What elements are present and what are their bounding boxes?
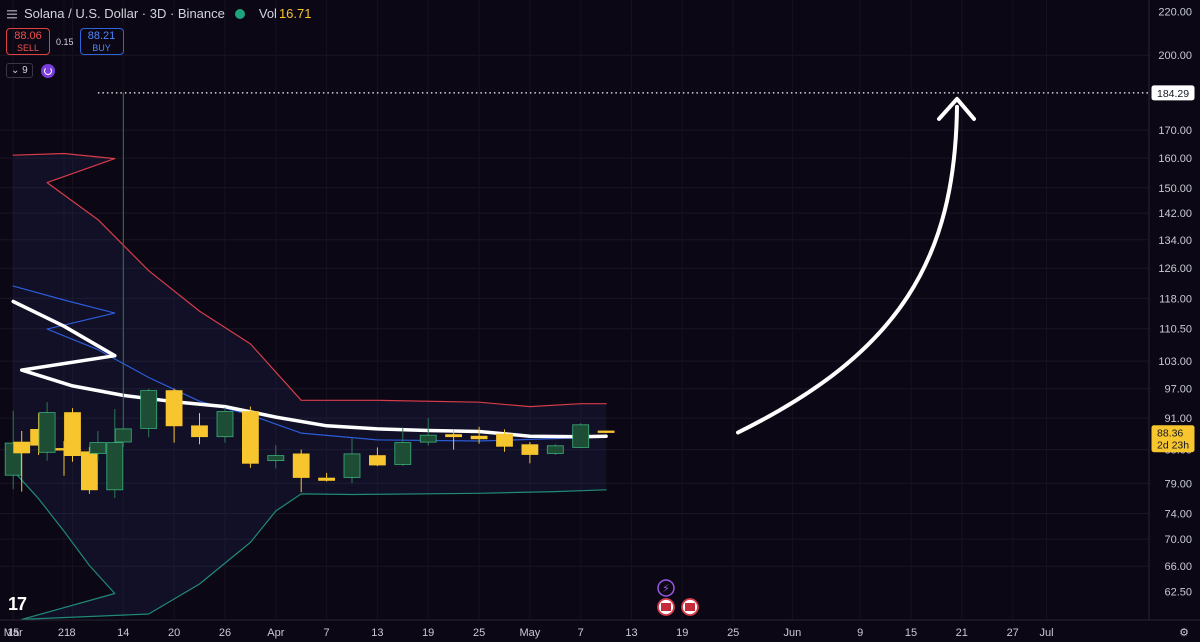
buy-button[interactable]: 88.21 BUY	[79, 28, 124, 55]
candle-body[interactable]	[216, 411, 234, 438]
price-tick-label: 79.00	[1164, 478, 1192, 490]
time-tick-label: 14	[117, 627, 129, 639]
candle-body[interactable]	[241, 411, 259, 464]
time-tick-label: Apr	[267, 627, 284, 639]
candle-body[interactable]	[64, 412, 81, 457]
price-chart[interactable]: ⚡ 220.00 200.00 170.00 160.00 150.00 142.00 13…	[0, 0, 1200, 642]
candle-body[interactable]	[521, 444, 539, 455]
volume-value: 16.71	[278, 6, 312, 21]
sell-price: 88.06	[14, 30, 42, 42]
time-tick-label: Jun	[784, 627, 802, 639]
arrow-annotation	[736, 104, 959, 435]
candle-body[interactable]	[81, 451, 98, 491]
current-price-badge-text: 2d 23h	[1157, 440, 1189, 452]
symbol-legend: Solana / U.S. Dollar · 3D · Binance Vol …	[6, 6, 312, 21]
current-price-badge: 88.362d 23h	[1151, 425, 1195, 453]
symbol-title[interactable]: Solana / U.S. Dollar · 3D · Binance	[24, 6, 225, 21]
candle-body[interactable]	[13, 441, 31, 454]
market-status-dot	[234, 8, 245, 19]
current-price-badge-text: 88.36	[1157, 428, 1183, 440]
candle-body[interactable]	[267, 455, 285, 462]
price-tick-label: 170.00	[1158, 125, 1192, 137]
flag-fill	[685, 603, 695, 611]
candle-body[interactable]	[419, 434, 437, 443]
candle-body[interactable]	[38, 412, 56, 453]
flag-fill	[661, 603, 671, 611]
candle-body[interactable]	[114, 428, 132, 443]
time-axis[interactable]: 15 21Mar 8 14 20 26 Apr 7 13 19 25 May 7 13 19 25 Jun 9 15…	[0, 619, 1200, 639]
price-tick-label: 91.00	[1164, 413, 1192, 425]
candle-body[interactable]	[572, 424, 590, 448]
spread-value: 0.15	[56, 36, 74, 47]
time-tick-label: 21	[956, 627, 968, 639]
target-price-badge-text: 184.29	[1157, 88, 1189, 100]
price-tick-label: 160.00	[1158, 153, 1192, 165]
price-tick-label: 62.50	[1164, 586, 1192, 598]
time-tick-label: 7	[578, 627, 584, 639]
candle-body[interactable]	[140, 390, 158, 429]
candle-body[interactable]	[470, 435, 488, 440]
time-tick-label: 21	[58, 627, 70, 639]
target-price-badge: 184.29	[1151, 85, 1195, 101]
lightning-glyph: ⚡	[662, 583, 670, 595]
price-tick-label: 150.00	[1158, 183, 1192, 195]
buy-label: BUY	[92, 43, 111, 53]
price-tick-label: 97.00	[1164, 384, 1192, 396]
time-tick-label: 9	[857, 627, 863, 639]
price-tick-label: 126.00	[1158, 263, 1192, 275]
price-tick-label: 142.00	[1158, 208, 1192, 220]
candle-body[interactable]	[191, 425, 208, 438]
time-tick-label: 13	[625, 627, 637, 639]
sell-button[interactable]: 88.06 SELL	[6, 28, 50, 55]
candle-body[interactable]	[165, 390, 183, 427]
candle-body[interactable]	[318, 477, 336, 481]
time-tick-label: 26	[219, 627, 231, 639]
time-tick-label: 19	[676, 627, 688, 639]
time-tick-label: 25	[473, 627, 485, 639]
tradingview-logo: 17	[8, 594, 27, 614]
price-tick-label: 200.00	[1158, 50, 1192, 62]
time-tick-label: Mar	[4, 627, 23, 639]
price-tick-label: 118.00	[1159, 293, 1192, 305]
indicators-toggle[interactable]: ⌄ 9	[6, 63, 33, 78]
indicator-row: ⌄ 9	[6, 63, 55, 78]
time-tick-label: May	[520, 627, 541, 639]
candle-body[interactable]	[368, 455, 386, 466]
price-tick-label: 74.00	[1164, 509, 1192, 521]
candle-body[interactable]	[89, 442, 107, 454]
time-tick-label: 20	[168, 627, 180, 639]
time-tick-label: 7	[324, 627, 330, 639]
annotation-layer: ⚡	[657, 96, 976, 616]
volume-label: Vol	[258, 6, 277, 21]
time-tick-label: Jul	[1039, 627, 1053, 639]
price-tick-label: 66.00	[1164, 561, 1192, 573]
candle-body[interactable]	[394, 442, 412, 465]
time-tick-label: 27	[1007, 627, 1019, 639]
price-tick-label: 134.00	[1158, 235, 1192, 247]
trade-panel: 88.06 SELL 0.15 88.21 BUY	[6, 28, 124, 55]
price-tick-label: 70.00	[1164, 534, 1192, 546]
indicators-count: 9	[22, 65, 28, 76]
buy-price: 88.21	[87, 30, 116, 42]
candle-body[interactable]	[343, 453, 361, 478]
time-tick-label: 8	[69, 627, 75, 639]
price-axis[interactable]: 220.00 200.00 170.00 160.00 150.00 142.00 134.…	[1148, 0, 1195, 620]
time-tick-label: 13	[371, 627, 383, 639]
price-tick-label: 110.50	[1159, 324, 1192, 336]
sell-label: SELL	[16, 43, 40, 53]
chevron-down-icon: ⌄	[11, 65, 20, 76]
time-tick-label: 25	[727, 627, 739, 639]
candle-body[interactable]	[292, 453, 310, 478]
candle-body[interactable]	[106, 442, 124, 491]
candle-body[interactable]	[496, 433, 513, 447]
time-tick-label: 15	[905, 627, 917, 639]
time-tick-label: 19	[422, 627, 434, 639]
hamburger-icon[interactable]	[6, 8, 18, 20]
price-tick-label: 103.00	[1158, 356, 1192, 368]
candle-body[interactable]	[445, 434, 463, 438]
price-tick-label: 220.00	[1158, 6, 1192, 18]
settings-icon[interactable]: ⚙	[1179, 627, 1189, 639]
refresh-icon[interactable]	[40, 63, 55, 78]
candle-body[interactable]	[546, 445, 564, 454]
